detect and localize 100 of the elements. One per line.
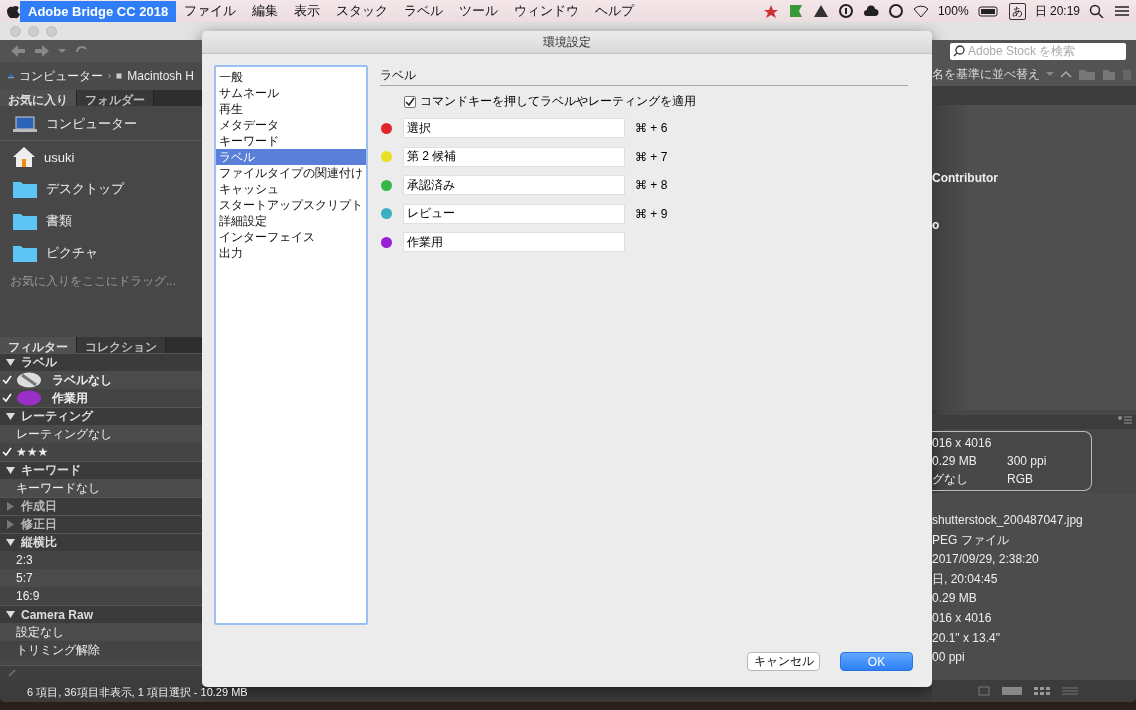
search-icon (1089, 4, 1105, 18)
category-item[interactable]: 出力 (216, 245, 366, 261)
category-item[interactable]: ファイルタイプの関連付け (216, 165, 366, 181)
favorite-item[interactable]: コンピューター (46, 115, 137, 133)
laptop-icon (12, 115, 38, 133)
filter-group-header[interactable]: キーワード (0, 461, 202, 479)
chevron-up-icon (1060, 70, 1072, 78)
window-control[interactable] (10, 25, 21, 37)
creative-cloud-icon (887, 4, 904, 18)
status-text: 6 項目, 36項目非表示, 1 項目選択 - 10.29 MB (27, 686, 248, 699)
filter-group-header[interactable]: 修正日 (0, 515, 202, 533)
category-item[interactable]: スタートアップスクリプト (216, 197, 366, 213)
forward-icon (34, 44, 50, 58)
check-icon (2, 447, 12, 457)
menu-item[interactable]: ツール (451, 0, 507, 23)
filter-item[interactable]: 5:7 (16, 571, 33, 585)
menu-item[interactable]: ラベル (396, 0, 452, 23)
menu-item[interactable]: 表示 (286, 0, 329, 23)
menu-item[interactable]: 編集 (244, 0, 287, 23)
category-item[interactable]: ラベル (216, 149, 366, 165)
category-item[interactable]: サムネール (216, 85, 366, 101)
shortcut-text: ⌘ + 6 (635, 121, 668, 136)
list-icon (1114, 4, 1130, 18)
filter-group-header[interactable]: Camera Raw (0, 605, 202, 623)
grid-view-icon (1034, 686, 1050, 696)
window-control[interactable] (28, 25, 39, 37)
favorite-item[interactable]: ピクチャ (46, 244, 98, 262)
category-item[interactable]: メタデータ (216, 117, 366, 133)
filter-item[interactable]: ★★★ (16, 445, 49, 459)
search-icon (953, 45, 965, 57)
panel-tab[interactable]: コレクション (77, 337, 166, 353)
label-name-field[interactable]: 承認済み (403, 175, 625, 196)
expanded-triangle-icon (6, 412, 15, 421)
metadata-value: 日, 20:04:45 (932, 570, 999, 588)
menu-item[interactable]: ヘルプ (587, 0, 643, 23)
shortcut-text: ⌘ + 9 (635, 206, 668, 221)
metadata-value: RGB (1007, 470, 1034, 488)
expanded-triangle-icon (6, 610, 15, 619)
category-item[interactable]: 詳細設定 (216, 213, 366, 229)
filter-item[interactable]: 16:9 (16, 589, 40, 603)
check-icon (405, 96, 415, 107)
filter-group-header[interactable]: 縦横比 (0, 533, 202, 551)
wifi-icon (912, 4, 929, 18)
menu-clock[interactable]: 日 20:19 (1034, 2, 1080, 20)
list-view-icon (1062, 686, 1078, 696)
category-item[interactable]: キーワード (216, 133, 366, 149)
favorite-item[interactable]: usuki (44, 149, 75, 165)
label-name-field[interactable]: 第 2 候補 (403, 146, 625, 167)
battery-icon (977, 4, 1000, 18)
house-icon (12, 146, 36, 168)
menu-item[interactable]: ファイル (176, 0, 245, 23)
path-segment[interactable]: Macintosh H (127, 69, 194, 83)
expanded-triangle-icon (6, 358, 15, 367)
filter-group-header[interactable]: 作成日 (0, 497, 202, 515)
filter-item[interactable]: トリミング解除 (16, 641, 100, 659)
filmstrip-view-icon (1002, 686, 1022, 696)
folder-icon (1078, 68, 1096, 80)
new-folder-icon (1102, 68, 1116, 80)
checkbox-label[interactable]: コマンドキーを押してラベルやレーティングを適用 (420, 94, 696, 109)
caret-icon (1046, 70, 1054, 78)
path-segment[interactable]: コンピューター (18, 67, 103, 85)
favorites-hint: お気に入りをここにドラッグ... (9, 273, 177, 290)
folder-icon (12, 211, 38, 231)
cancel-button[interactable]: キャンセル (747, 652, 820, 671)
filter-item[interactable]: 作業用 (52, 389, 88, 407)
favorite-item[interactable]: 書類 (46, 212, 72, 230)
favorite-item[interactable]: デスクトップ (46, 180, 124, 198)
no-label-icon (16, 372, 42, 388)
thumbnail-size-icon (978, 686, 990, 696)
section-title: ラベル (380, 65, 908, 86)
expanded-triangle-icon (6, 538, 15, 547)
content-text: o (932, 218, 940, 232)
filter-group-header[interactable]: レーティング (0, 407, 202, 425)
panel-tab[interactable]: フォルダー (77, 90, 154, 106)
category-item[interactable]: キャッシュ (216, 181, 366, 197)
star-icon (762, 4, 779, 18)
input-mode-indicator[interactable]: あ (1008, 2, 1026, 20)
panel-tab[interactable]: フィルター (0, 337, 77, 353)
checkbox[interactable] (404, 95, 416, 108)
cloud-icon (862, 4, 879, 18)
menu-item[interactable]: スタック (328, 0, 397, 23)
folder-icon (12, 179, 38, 199)
category-item[interactable]: インターフェイス (216, 229, 366, 245)
info-icon (837, 4, 854, 18)
category-item[interactable]: 再生 (216, 101, 366, 117)
menu-item[interactable]: ウィンドウ (506, 0, 588, 23)
label-name-field[interactable]: 作業用 (403, 232, 625, 253)
filter-group-header[interactable]: ラベル (0, 353, 202, 371)
category-item[interactable]: 一般 (216, 69, 366, 85)
dialog-title: 環境設定 (202, 31, 932, 54)
metadata-value: 016 x 4016 (932, 609, 993, 627)
triangle-icon (812, 4, 829, 18)
shortcut-text: ⌘ + 8 (635, 178, 668, 193)
window-control[interactable] (46, 25, 57, 37)
expanded-triangle-icon (6, 466, 15, 475)
label-name-field[interactable]: レビュー (403, 203, 625, 224)
app-menu[interactable]: Adobe Bridge CC 2018 (20, 0, 177, 22)
label-name-field[interactable]: 選択 (403, 118, 625, 139)
panel-tab[interactable]: お気に入り (0, 90, 77, 106)
filter-item[interactable]: 2:3 (16, 553, 33, 567)
